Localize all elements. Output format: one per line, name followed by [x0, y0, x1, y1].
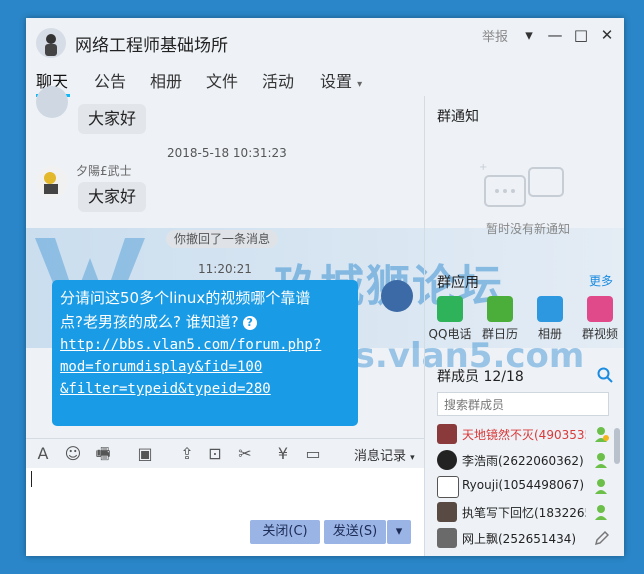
edit-icon[interactable] — [593, 529, 609, 547]
calendar-icon — [487, 296, 513, 322]
member-name: 执笔写下回忆(18322651 — [462, 506, 586, 520]
list-item[interactable]: Ryouji(1054498067) — [437, 474, 612, 500]
close-button[interactable]: 关闭(C) — [250, 520, 320, 544]
recall-notice: 你撤回了一条消息 — [166, 230, 279, 248]
avatar — [437, 450, 457, 470]
tab-bar: 聊天 公告 相册 文件 活动 设置 ▾ — [26, 68, 426, 98]
send-options-dropdown[interactable]: ▾ — [387, 520, 411, 544]
message-text: 点?老男孩的成么? 谁知道? — [60, 313, 239, 331]
member-name: 网上飘(252651434) — [462, 532, 577, 546]
tab-settings-label: 设置 — [320, 72, 353, 91]
message-time: 11:20:21 — [198, 262, 252, 276]
member-search-input[interactable]: 搜索群成员 — [437, 392, 609, 416]
scissors-icon[interactable]: ✂ — [234, 443, 256, 465]
tab-files[interactable]: 文件 — [206, 68, 238, 92]
avatar[interactable] — [36, 166, 68, 198]
avatar — [437, 528, 457, 548]
search-icon[interactable] — [597, 367, 613, 383]
title-bar: 网络工程师基础场所 举报 ▾ — □ ✕ — [26, 18, 624, 64]
tab-album[interactable]: 相册 — [150, 68, 182, 92]
members-title: 群成员 12/18 — [437, 369, 524, 385]
group-avatar[interactable] — [36, 28, 66, 58]
notice-title: 群通知 — [437, 109, 479, 125]
chevron-down-icon: ▾ — [357, 79, 363, 90]
sender-name: 夕陽£武士 — [76, 164, 132, 178]
qq-group-window: 玖城狮论坛 bbs.vlan5.com 网络工程师基础场所 举报 ▾ — □ ✕… — [26, 18, 624, 556]
send-button[interactable]: 发送(S) — [324, 520, 386, 544]
input-toolbar: A ☺ 🖷 ▣ ⇪ ⊡ ✂ ¥ ▭ 消息记录 ▾ — [26, 438, 424, 469]
empty-notice-icon: + — [479, 162, 564, 207]
avatar — [437, 476, 459, 498]
message-line: 点?老男孩的成么? 谁知道?? — [60, 310, 350, 334]
self-message-bubble: 分请问这50多个linux的视频哪个靠谱 点?老男孩的成么? 谁知道?? htt… — [52, 280, 358, 426]
member-name: 李浩雨(2622060362) — [462, 454, 584, 468]
font-icon[interactable]: A — [32, 443, 54, 465]
message-time: 2018-5-18 10:31:23 — [167, 146, 287, 160]
chevron-down-icon: ▾ — [410, 453, 415, 463]
more-apps-link[interactable]: 更多 — [589, 272, 613, 289]
list-item[interactable]: 执笔写下回忆(18322651 — [437, 500, 612, 526]
phone-icon — [437, 296, 463, 322]
member-icon — [595, 505, 607, 520]
apps-title: 群应用 — [437, 275, 479, 291]
app-video[interactable]: 群视频 — [575, 296, 624, 342]
message-link[interactable]: mod=forumdisplay&fid=100 — [60, 356, 350, 378]
app-qq-call[interactable]: QQ电话 — [425, 296, 475, 342]
box-icon[interactable]: ⊡ — [204, 443, 226, 465]
message-log-label: 消息记录 — [354, 449, 407, 464]
list-item[interactable]: 李浩雨(2622060362) — [437, 448, 612, 474]
photo-icon — [537, 296, 563, 322]
help-icon[interactable]: ? — [242, 315, 257, 330]
group-title: 网络工程师基础场所 — [75, 36, 228, 56]
app-album[interactable]: 相册 — [525, 296, 575, 342]
member-icon — [595, 479, 607, 494]
list-item[interactable]: 天地镜然不灭(4903535 — [437, 422, 612, 448]
image-icon[interactable]: ▣ — [134, 443, 156, 465]
red-packet-icon[interactable]: ¥ — [272, 443, 294, 465]
svg-text:+: + — [479, 162, 487, 173]
minimize-button[interactable]: — — [544, 24, 566, 46]
owner-icon — [595, 427, 609, 442]
member-icon — [595, 453, 607, 468]
message-link[interactable]: &filter=typeid&typeid=280 — [60, 378, 350, 400]
app-label: 群视频 — [581, 327, 618, 341]
list-item[interactable]: 网上飘(252651434) — [437, 526, 612, 552]
menu-dropdown-icon[interactable]: ▾ — [518, 24, 540, 46]
self-avatar[interactable] — [381, 280, 413, 312]
gift-icon[interactable]: 🖷 — [92, 443, 114, 465]
member-name: 天地镜然不灭(4903535 — [462, 428, 586, 442]
app-label: QQ电话 — [428, 327, 472, 341]
app-label: 相册 — [537, 327, 562, 341]
maximize-button[interactable]: □ — [570, 24, 592, 46]
tab-announcement[interactable]: 公告 — [94, 68, 126, 92]
message-link[interactable]: http://bbs.vlan5.com/forum.php? — [60, 334, 350, 356]
avatar[interactable] — [36, 86, 68, 118]
avatar — [437, 502, 457, 522]
avatar — [437, 424, 457, 444]
message-text: 分请问这50多个linux的视频哪个靠谱 — [60, 289, 311, 307]
emoji-icon[interactable]: ☺ — [62, 443, 84, 465]
video-icon — [587, 296, 613, 322]
app-calendar[interactable]: 群日历 — [475, 296, 525, 342]
text-caret — [31, 471, 32, 487]
scrollbar[interactable] — [614, 428, 620, 464]
message-line: 分请问这50多个linux的视频哪个靠谱 — [60, 286, 350, 310]
close-window-button[interactable]: ✕ — [596, 24, 618, 46]
tab-activity[interactable]: 活动 — [262, 68, 294, 92]
screen-icon[interactable]: ▭ — [302, 443, 324, 465]
app-label: 群日历 — [481, 327, 518, 341]
upload-icon[interactable]: ⇪ — [176, 443, 198, 465]
message-bubble: 大家好 — [78, 182, 147, 212]
member-name: Ryouji(1054498067) — [462, 478, 585, 492]
message-bubble: 大家好 — [78, 104, 147, 134]
tab-settings[interactable]: 设置 ▾ — [320, 68, 362, 92]
message-log-button[interactable]: 消息记录 ▾ — [354, 445, 415, 464]
right-panel: 群通知 + 暂时没有新通知 群应用 更多 QQ电话 群日历 相册 群视频 群成员… — [424, 96, 624, 556]
report-link[interactable]: 举报 — [482, 26, 508, 45]
notice-empty-text: 暂时没有新通知 — [486, 222, 571, 236]
